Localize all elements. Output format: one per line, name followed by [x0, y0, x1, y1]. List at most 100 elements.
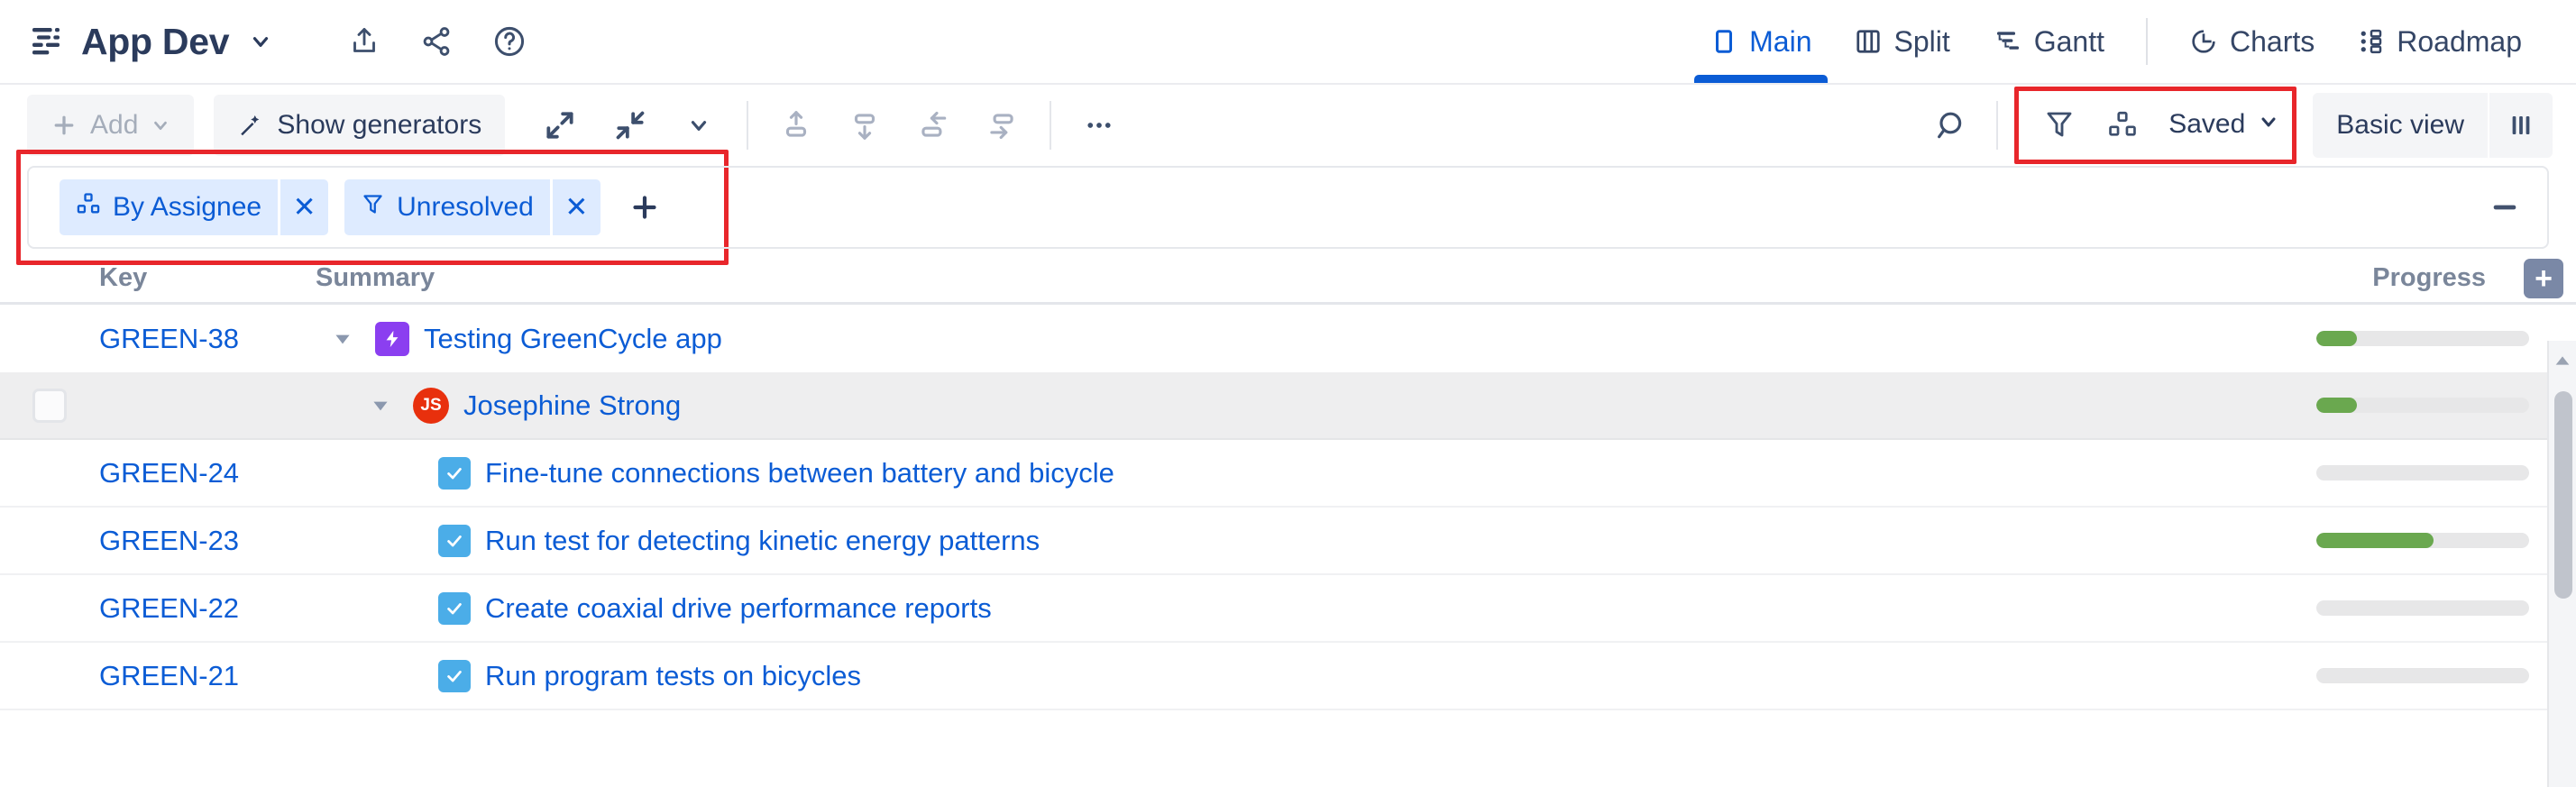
- scroll-up-arrow-icon[interactable]: [2549, 341, 2576, 380]
- filter-chip-unresolved-button[interactable]: Unresolved: [344, 179, 550, 235]
- task-icon: [438, 524, 471, 557]
- row-progress-cell: [2316, 465, 2576, 480]
- toolbar-divider-2: [1050, 101, 1052, 150]
- table-row[interactable]: GREEN-24 Fine-tune connections between b…: [0, 440, 2576, 508]
- plus-icon: [50, 112, 78, 139]
- tab-roadmap[interactable]: Roadmap: [2336, 0, 2544, 83]
- page-title: App Dev: [81, 20, 230, 62]
- row-summary-cell: Testing GreenCycle app: [325, 321, 722, 356]
- group-by-icon: [76, 191, 101, 224]
- filter-chip-by-assignee-button[interactable]: By Assignee: [60, 179, 279, 235]
- column-header-key[interactable]: Key: [99, 263, 316, 302]
- toolbar-divider-3: [1996, 101, 1999, 150]
- columns-icon[interactable]: [2488, 93, 2553, 158]
- filter-icon[interactable]: [2031, 96, 2087, 152]
- collapse-filter-bar-button[interactable]: [2477, 179, 2533, 235]
- main-view-icon: [1710, 28, 1737, 55]
- roadmap-view-icon: [2358, 28, 2385, 55]
- expand-options-chevron-down-icon[interactable]: [671, 97, 727, 153]
- tab-charts-label: Charts: [2230, 24, 2315, 58]
- row-summary[interactable]: Run test for detecting kinetic energy pa…: [485, 525, 1040, 557]
- toolbar-divider: [747, 101, 749, 150]
- view-tabs: Main Split Gantt Charts Roadmap: [1689, 0, 2544, 83]
- filter-chip-by-assignee-remove[interactable]: ✕: [278, 179, 329, 235]
- table-row[interactable]: GREEN-22 Create coaxial drive performanc…: [0, 575, 2576, 643]
- split-view-icon: [1855, 28, 1882, 55]
- table-row[interactable]: GREEN-23 Run test for detecting kinetic …: [0, 508, 2576, 575]
- project-brand[interactable]: App Dev: [27, 21, 272, 63]
- project-structure-icon: [27, 23, 65, 60]
- row-summary-cell: Fine-tune connections between battery an…: [438, 456, 1114, 490]
- progress-bar: [2316, 465, 2529, 480]
- row-summary-cell: Run test for detecting kinetic energy pa…: [438, 524, 1040, 557]
- basic-view-button[interactable]: Basic view: [2313, 110, 2488, 141]
- show-generators-button[interactable]: Show generators: [214, 95, 506, 156]
- add-button[interactable]: Add: [27, 95, 195, 156]
- indent-icon[interactable]: [974, 97, 1030, 153]
- tab-charts[interactable]: Charts: [2168, 0, 2336, 83]
- row-summary[interactable]: Fine-tune connections between battery an…: [485, 457, 1114, 490]
- task-icon: [438, 591, 471, 625]
- header-action-group: [348, 24, 527, 59]
- task-icon: [438, 659, 471, 692]
- share-icon[interactable]: [420, 25, 453, 58]
- row-key[interactable]: GREEN-23: [99, 525, 325, 557]
- tab-split-label: Split: [1893, 24, 1950, 58]
- row-key[interactable]: GREEN-21: [99, 660, 325, 692]
- row-summary-cell: Create coaxial drive performance reports: [438, 591, 992, 625]
- tab-gantt[interactable]: Gantt: [1972, 0, 2126, 83]
- row-summary-cell: JS Josephine Strong: [362, 387, 681, 424]
- row-key[interactable]: GREEN-24: [99, 457, 325, 490]
- add-column-button[interactable]: +: [2524, 259, 2563, 298]
- row-progress-cell: [2316, 398, 2576, 413]
- tab-main[interactable]: Main: [1689, 0, 1833, 83]
- search-icon[interactable]: [1924, 97, 1980, 153]
- export-icon[interactable]: [348, 25, 380, 58]
- filter-chip-by-assignee: By Assignee ✕: [60, 179, 329, 235]
- row-progress-cell: [2316, 533, 2576, 548]
- group-by-icon[interactable]: [2095, 96, 2150, 152]
- filter-bar: By Assignee ✕ Unresolved ✕: [27, 166, 2549, 249]
- move-up-icon[interactable]: [768, 97, 824, 153]
- row-summary-cell: Run program tests on bicycles: [438, 659, 861, 692]
- row-summary[interactable]: Josephine Strong: [463, 389, 681, 422]
- filter-chip-unresolved-remove[interactable]: ✕: [549, 179, 600, 235]
- column-header-summary[interactable]: Summary: [316, 263, 435, 302]
- main-toolbar: Add Show generators Saved Basic view: [0, 83, 2576, 166]
- outdent-icon[interactable]: [905, 97, 961, 153]
- vertical-scrollbar[interactable]: [2547, 341, 2576, 787]
- table-row[interactable]: JS Josephine Strong: [0, 372, 2576, 440]
- top-header-bar: App Dev Main Split Gantt Charts Roadmap: [0, 0, 2576, 83]
- row-summary[interactable]: Create coaxial drive performance reports: [485, 592, 992, 625]
- move-down-icon[interactable]: [837, 97, 893, 153]
- scrollbar-thumb[interactable]: [2554, 391, 2572, 599]
- row-key[interactable]: GREEN-38: [99, 323, 325, 355]
- chevron-down-icon[interactable]: [249, 30, 272, 53]
- row-progress-cell: [2316, 331, 2576, 346]
- more-options-icon[interactable]: [1071, 97, 1127, 153]
- expand-all-icon[interactable]: [532, 97, 588, 153]
- collapse-triangle-icon[interactable]: [362, 394, 399, 417]
- progress-bar: [2316, 533, 2529, 548]
- saved-dropdown-label: Saved: [2168, 109, 2246, 139]
- table-row[interactable]: GREEN-38 Testing GreenCycle app: [0, 305, 2576, 372]
- nav-divider: [2146, 18, 2148, 65]
- table-row[interactable]: GREEN-21 Run program tests on bicycles: [0, 643, 2576, 710]
- row-checkbox[interactable]: [32, 388, 67, 423]
- row-summary[interactable]: Testing GreenCycle app: [424, 323, 722, 355]
- tab-split[interactable]: Split: [1833, 0, 1971, 83]
- add-filter-button[interactable]: [617, 179, 673, 235]
- collapse-all-icon[interactable]: [602, 97, 658, 153]
- issues-table: Key Summary Progress + GREEN-38 Testing …: [0, 249, 2576, 710]
- saved-dropdown[interactable]: Saved: [2168, 109, 2279, 140]
- magic-wand-icon: [237, 112, 264, 139]
- collapse-triangle-icon[interactable]: [325, 327, 361, 351]
- progress-bar-fill: [2316, 331, 2357, 346]
- row-key[interactable]: GREEN-22: [99, 592, 325, 625]
- chevron-down-icon: [151, 115, 170, 135]
- filter-bar-wrapper: By Assignee ✕ Unresolved ✕: [0, 150, 2576, 265]
- row-summary[interactable]: Run program tests on bicycles: [485, 660, 861, 692]
- column-header-progress[interactable]: Progress: [2372, 263, 2486, 302]
- help-icon[interactable]: [492, 24, 527, 59]
- task-icon: [438, 456, 471, 490]
